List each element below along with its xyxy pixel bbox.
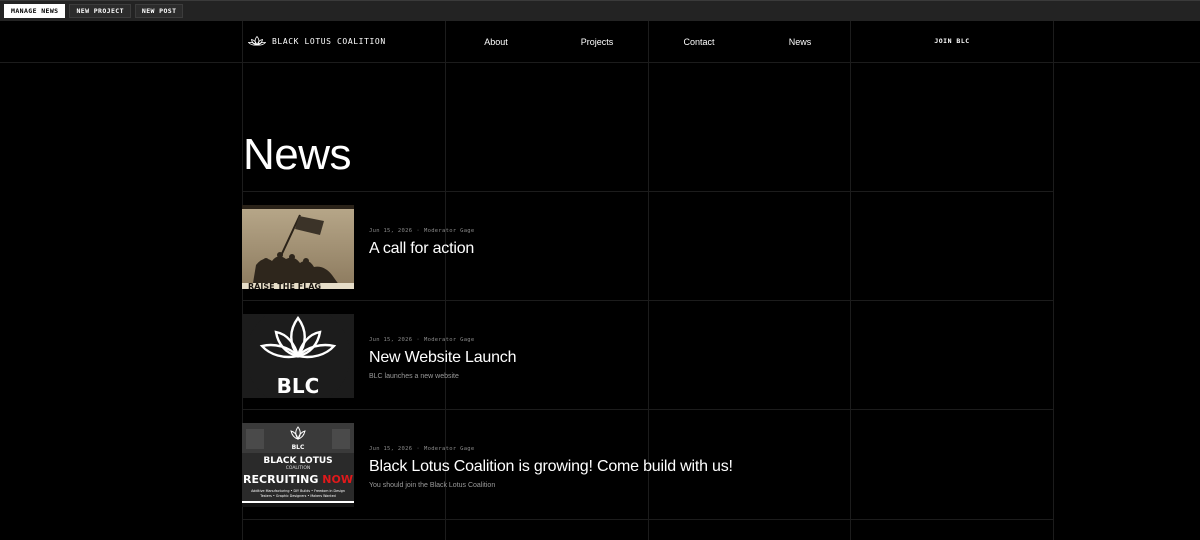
news-item[interactable]: BLC BLACK LOTUS COALITION RECRUITING NOW… (242, 410, 1054, 518)
post-summary: You should join the Black Lotus Coalitio… (369, 482, 496, 489)
recruiting-poster-icon[interactable]: BLC BLACK LOTUS COALITION RECRUITING NOW… (242, 423, 354, 507)
post-title-link[interactable]: Black Lotus Coalition is growing! Come b… (369, 458, 733, 476)
post-title-link[interactable]: New Website Launch (369, 349, 517, 367)
nav-link-contact[interactable]: Contact (669, 37, 729, 47)
news-item[interactable]: RAISE THE FLAG Jun 15, 2026 · Moderator Ga… (242, 192, 1054, 300)
nav-link-about[interactable]: About (466, 37, 526, 47)
post-date: Jun 15, 2026 (369, 228, 413, 234)
post-author: Moderator Gage (423, 228, 475, 234)
site-nav: BLACK LOTUS COALITION About Projects Con… (242, 21, 1054, 62)
poster-name-line1: BLACK LOTUS (263, 456, 332, 466)
post-author: Moderator Gage (423, 446, 475, 452)
brand-link[interactable]: BLACK LOTUS COALITION (248, 35, 386, 47)
new-post-button[interactable]: NEW POST (134, 4, 184, 18)
post-date: Jun 15, 2026 (369, 337, 413, 343)
news-item[interactable]: BLC Jun 15, 2026 · Moderator Gage New Webs… (242, 301, 1054, 409)
post-summary: BLC launches a new website (369, 373, 459, 380)
thumb-logo-text: BLC (277, 374, 320, 398)
post-author: Moderator Gage (423, 337, 475, 343)
poster-name-line2: COALITION (286, 465, 311, 471)
blc-lotus-logo-icon[interactable]: BLC (242, 314, 354, 398)
nav-link-news[interactable]: News (770, 37, 830, 47)
poster-logo-text: BLC (292, 444, 305, 451)
meta-separator: · (416, 446, 420, 452)
post-meta: Jun 15, 2026 · Moderator Gage (369, 446, 475, 452)
brand-name: BLACK LOTUS COALITION (272, 36, 386, 46)
grid-line (0, 62, 1200, 63)
post-date: Jun 15, 2026 (369, 446, 413, 452)
meta-separator: · (416, 228, 420, 234)
poster-recruit-highlight: NOW (322, 473, 353, 486)
flag-raising-photo-icon[interactable]: RAISE THE FLAG (242, 205, 354, 289)
poster-tagline: Additive Manufacturing • DIY Builds • Fr… (251, 489, 345, 493)
poster-tagline: Testers • Graphic Designers • Makers Wan… (259, 494, 335, 498)
nav-link-projects[interactable]: Projects (567, 37, 627, 47)
join-blc-button[interactable]: JOIN BLC (904, 37, 1000, 45)
meta-separator: · (416, 337, 420, 343)
admin-toolbar: MANAGE NEWS NEW PROJECT NEW POST (0, 0, 1200, 21)
post-meta: Jun 15, 2026 · Moderator Gage (369, 337, 475, 343)
post-meta: Jun 15, 2026 · Moderator Gage (369, 228, 475, 234)
manage-news-button[interactable]: MANAGE NEWS (4, 4, 66, 18)
poster-recruit-text: RECRUITING (243, 473, 318, 486)
page-title: News (243, 130, 352, 179)
grid-line (242, 519, 1054, 520)
new-project-button[interactable]: NEW PROJECT (69, 4, 131, 18)
svg-text:RAISE THE FLAG: RAISE THE FLAG (248, 282, 321, 289)
svg-text:RECRUITING NOW: RECRUITING NOW (243, 473, 353, 486)
lotus-logo-icon (248, 35, 266, 46)
post-title-link[interactable]: A call for action (369, 240, 474, 258)
